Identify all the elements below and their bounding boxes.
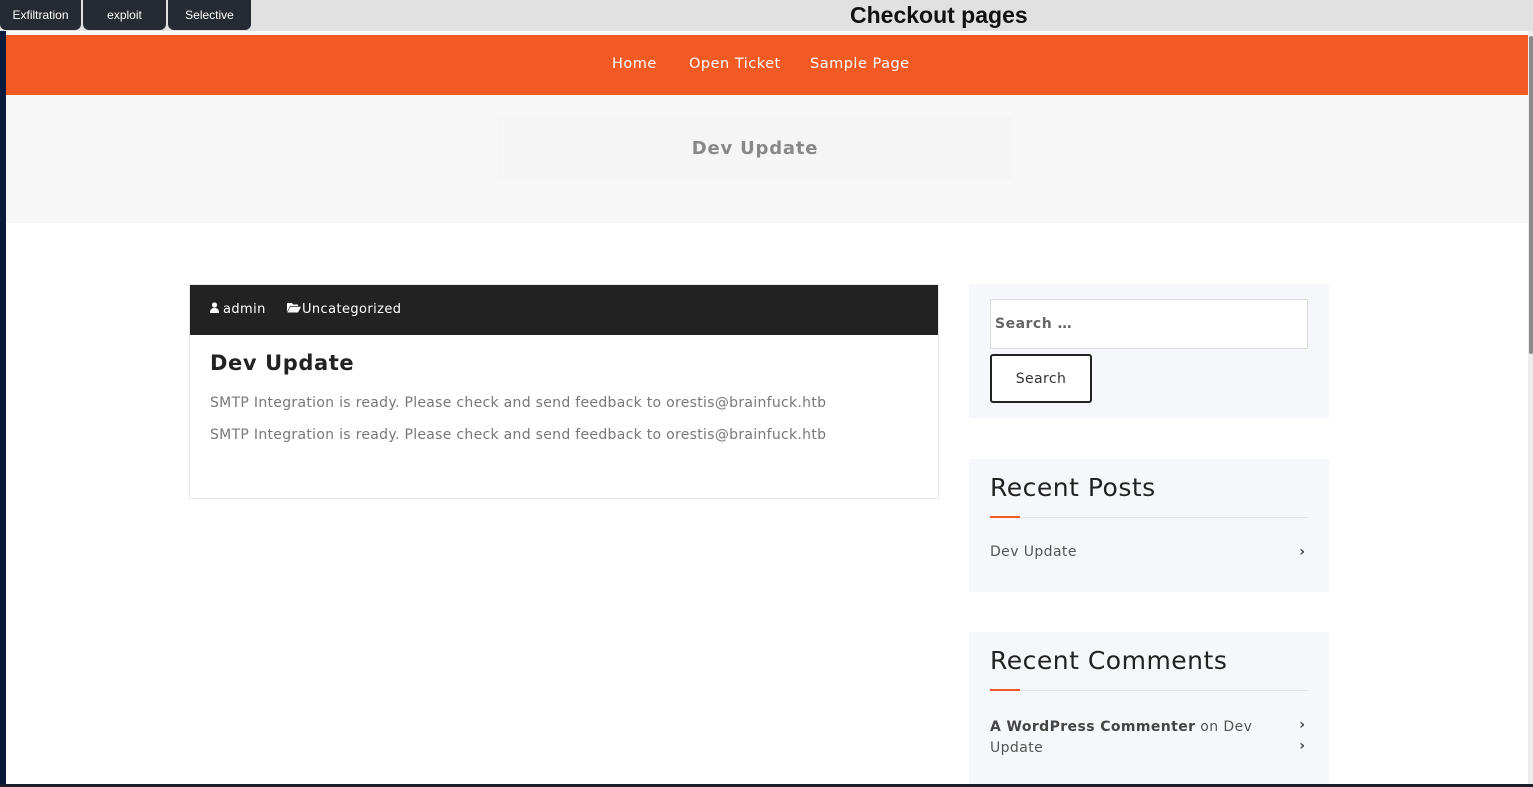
post-paragraph: SMTP Integration is ready. Please check …: [210, 395, 827, 411]
nav-open-ticket[interactable]: Open Ticket: [689, 56, 781, 72]
chevron-right-icon: ›: [1299, 738, 1305, 754]
divider: [990, 517, 1308, 518]
toolbar-title: Checkout pages: [850, 2, 1028, 28]
selective-button[interactable]: Selective: [168, 0, 251, 30]
exploit-button[interactable]: exploit: [83, 0, 166, 30]
search-widget: Search … Search: [969, 284, 1329, 418]
post-article: admin Uncategorized Dev Update SMTP Inte…: [189, 284, 939, 499]
post-title[interactable]: Dev Update: [210, 351, 354, 375]
recent-comment-item: A WordPress Commenter on Dev Update: [990, 717, 1270, 759]
recent-comments-widget: Recent Comments A WordPress Commenter on…: [969, 632, 1329, 784]
folder-open-icon: [287, 302, 301, 317]
post-author-name[interactable]: admin: [223, 302, 266, 317]
scrollbar-thumb[interactable]: [1529, 36, 1533, 354]
post-author[interactable]: admin: [210, 302, 266, 317]
nav-sample-page[interactable]: Sample Page: [810, 56, 910, 72]
divider: [990, 690, 1308, 691]
banner-title-box: Dev Update: [498, 117, 1012, 179]
search-input[interactable]: Search …: [990, 299, 1308, 349]
nav-home[interactable]: Home: [612, 56, 657, 72]
title-accent-line: [990, 689, 1020, 691]
chevron-right-icon: ›: [1299, 544, 1305, 560]
top-toolbar: Exfiltration exploit Selective Checkout …: [0, 0, 1533, 31]
recent-post-link[interactable]: Dev Update: [990, 544, 1077, 560]
main-navigation: Home Open Ticket Sample Page: [6, 35, 1528, 95]
post-category[interactable]: Uncategorized: [287, 302, 401, 317]
chevron-right-icon: ›: [1299, 717, 1305, 733]
page-banner: Dev Update: [6, 95, 1528, 223]
post-paragraph: SMTP Integration is ready. Please check …: [210, 427, 827, 443]
comment-on-label: on: [1200, 719, 1219, 735]
page-title: Dev Update: [691, 137, 819, 159]
widget-title: Recent Posts: [990, 473, 1156, 502]
post-category-name[interactable]: Uncategorized: [302, 302, 401, 317]
comment-author-link[interactable]: A WordPress Commenter: [990, 719, 1195, 735]
title-accent-line: [990, 516, 1020, 518]
search-button[interactable]: Search: [990, 354, 1092, 403]
widget-title: Recent Comments: [990, 646, 1228, 675]
post-meta-bar: admin Uncategorized: [190, 285, 938, 335]
user-icon: [210, 302, 219, 317]
web-page: Home Open Ticket Sample Page Dev Update …: [6, 31, 1528, 784]
recent-posts-widget: Recent Posts Dev Update ›: [969, 459, 1329, 592]
exfiltration-button[interactable]: Exfiltration: [0, 0, 81, 30]
